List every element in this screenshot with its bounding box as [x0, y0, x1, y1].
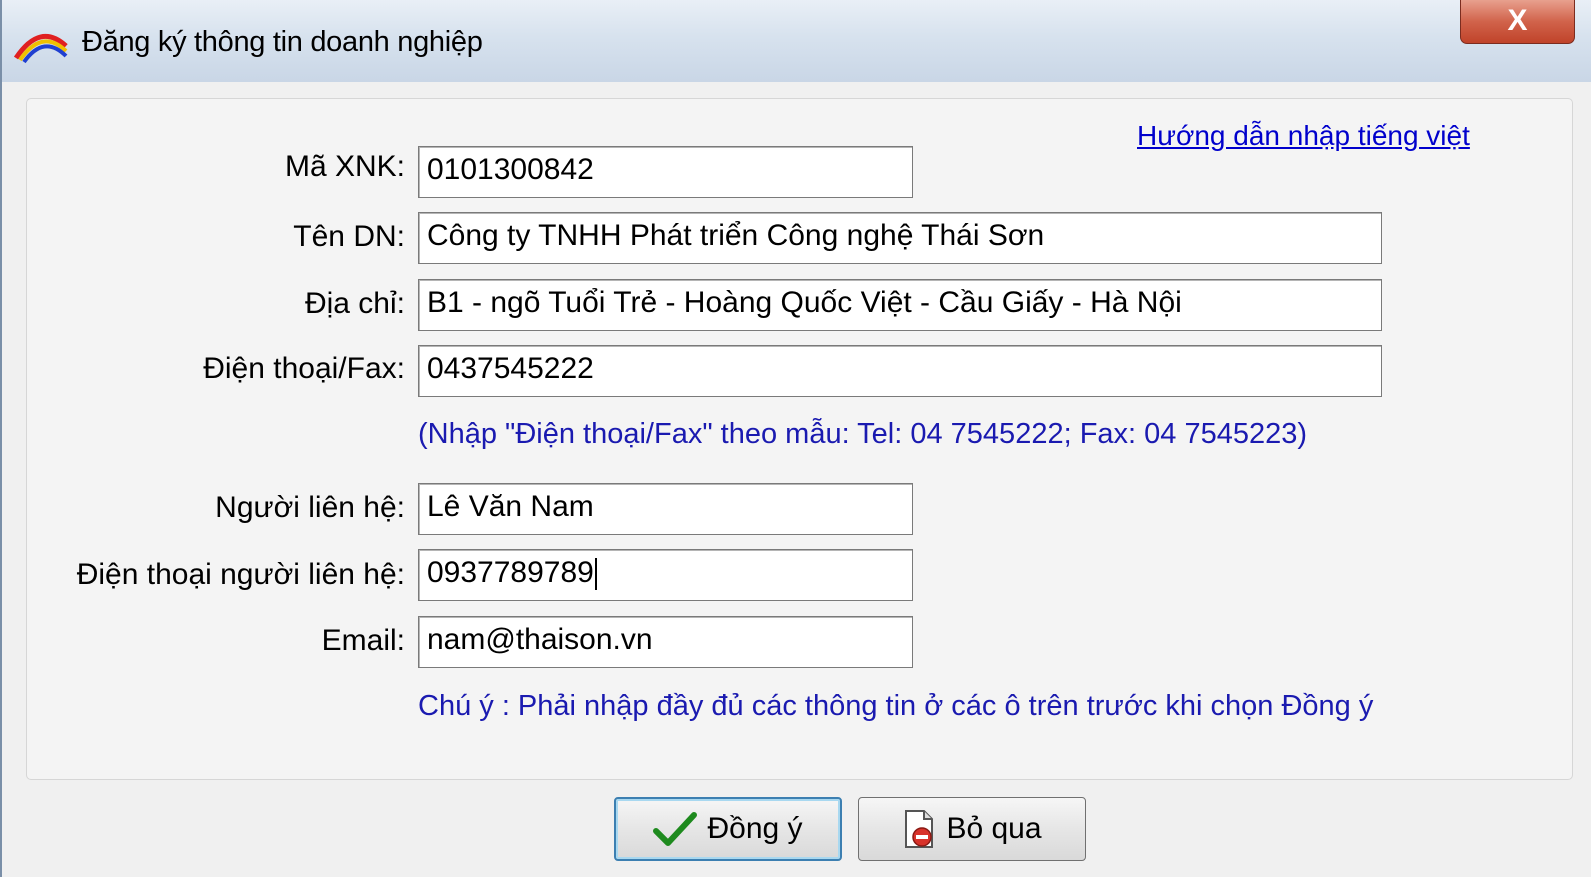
- window-title: Đăng ký thông tin doanh nghiệp: [82, 26, 483, 58]
- ma-xnk-input[interactable]: 0101300842: [418, 146, 913, 198]
- dialog-window: Đăng ký thông tin doanh nghiệp X Hướng d…: [0, 0, 1591, 877]
- cancel-button[interactable]: Bỏ qua: [858, 797, 1086, 861]
- ok-button-label: Đồng ý: [707, 812, 803, 845]
- email-label: Email:: [321, 624, 405, 657]
- title-bar[interactable]: Đăng ký thông tin doanh nghiệp X: [2, 0, 1591, 82]
- checkmark-icon: [653, 811, 698, 847]
- dien-thoai-nguoi-lien-he-value: 0937789789: [427, 556, 594, 589]
- dien-thoai-fax-input[interactable]: 0437545222: [418, 345, 1382, 397]
- text-caret: [594, 558, 597, 591]
- email-input[interactable]: nam@thaison.vn: [418, 616, 913, 668]
- dien-thoai-nguoi-lien-he-label: Điện thoại người liên hệ:: [76, 558, 405, 591]
- dia-chi-label: Địa chỉ:: [304, 287, 405, 320]
- ten-dn-input[interactable]: Công ty TNHH Phát triển Công nghệ Thái S…: [418, 212, 1382, 264]
- phone-format-hint: (Nhập "Điện thoại/Fax" theo mẫu: Tel: 04…: [418, 418, 1308, 450]
- vietnamese-input-help-link[interactable]: Hướng dẫn nhập tiếng việt: [1137, 120, 1470, 152]
- ma-xnk-label: Mã XNK:: [284, 150, 405, 183]
- nguoi-lien-he-input[interactable]: Lê Văn Nam: [418, 483, 913, 535]
- ok-button[interactable]: Đồng ý: [614, 797, 842, 861]
- ten-dn-label: Tên DN:: [293, 220, 405, 253]
- rainbow-arc-icon: [12, 24, 72, 64]
- document-cancel-icon: [902, 809, 936, 849]
- dia-chi-input[interactable]: B1 - ngõ Tuổi Trẻ - Hoàng Quốc Việt - Cầ…: [418, 279, 1382, 331]
- close-button[interactable]: X: [1460, 0, 1575, 44]
- required-fields-note: Chú ý : Phải nhập đầy đủ các thông tin ở…: [418, 690, 1374, 722]
- dien-thoai-fax-label: Điện thoại/Fax:: [203, 352, 405, 385]
- cancel-button-label: Bỏ qua: [946, 812, 1042, 845]
- dien-thoai-nguoi-lien-he-input[interactable]: 0937789789: [418, 549, 913, 601]
- nguoi-lien-he-label: Người liên hệ:: [215, 491, 405, 524]
